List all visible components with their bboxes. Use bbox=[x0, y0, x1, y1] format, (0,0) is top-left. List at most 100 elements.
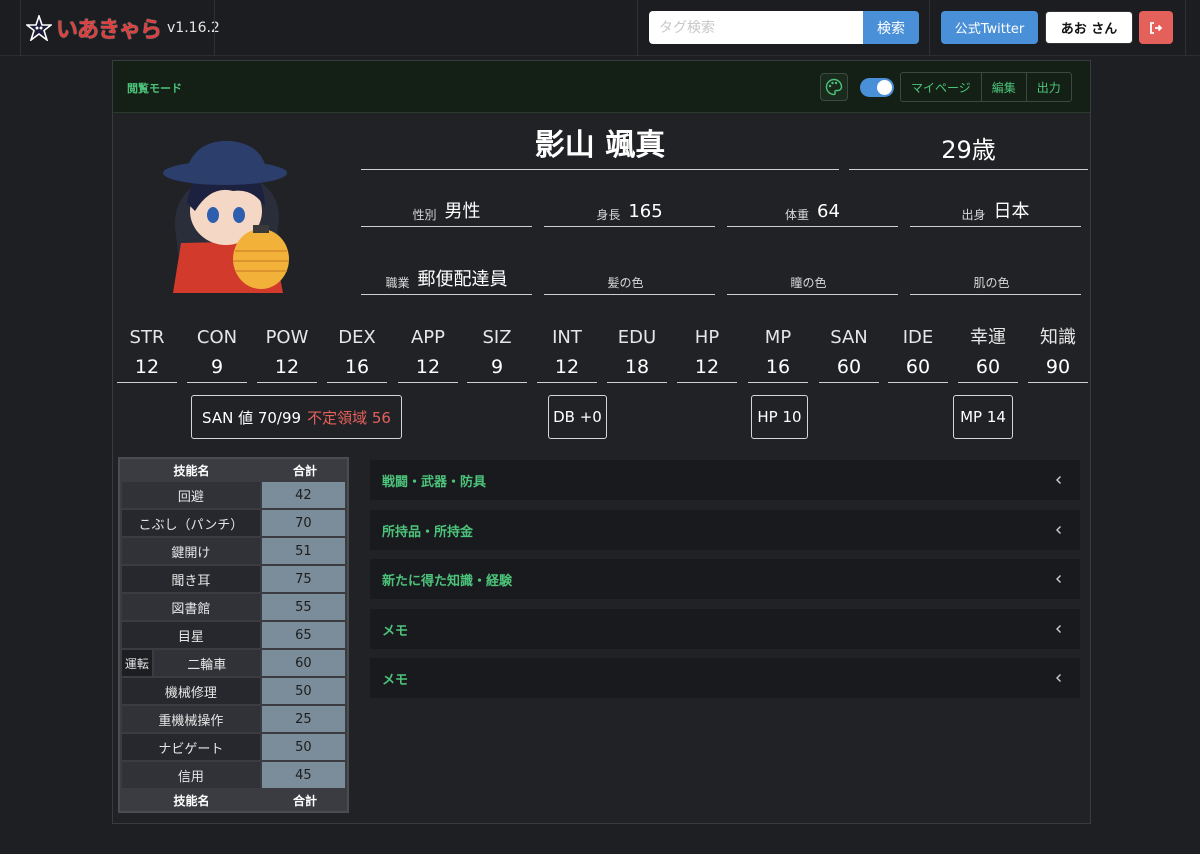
stat-luck: 幸運 60 bbox=[958, 323, 1018, 383]
info-occupation: 職業 郵便配達員 bbox=[361, 267, 532, 295]
skill-value: 51 bbox=[261, 538, 345, 564]
stat-name: HP bbox=[694, 327, 720, 348]
info-label: 体重 bbox=[785, 208, 810, 222]
logout-icon bbox=[1150, 21, 1163, 34]
stat-siz: SIZ 9 bbox=[467, 323, 527, 383]
skill-name: ナビゲート bbox=[122, 734, 260, 760]
stat-value: 12 bbox=[134, 356, 160, 378]
header-total: 合計 bbox=[292, 463, 317, 478]
skill-value: 25 bbox=[261, 706, 345, 732]
brand-logo[interactable]: いあきゃら v1.16.2 bbox=[26, 12, 220, 44]
logout-button[interactable] bbox=[1139, 11, 1173, 44]
nav-divider bbox=[1185, 0, 1186, 56]
stat-value: 18 bbox=[624, 356, 650, 378]
info-label: 髪の色 bbox=[607, 276, 644, 290]
stat-value: 16 bbox=[344, 356, 370, 378]
stat-name: POW bbox=[265, 327, 309, 348]
search-button[interactable]: 検索 bbox=[863, 11, 919, 44]
section-knowledge[interactable]: 新たに得た知識・経験 bbox=[370, 559, 1080, 599]
stat-con: CON 9 bbox=[187, 323, 247, 383]
skill-name: 鍵開け bbox=[122, 538, 260, 564]
section-combat[interactable]: 戦闘・武器・防具 bbox=[370, 460, 1080, 500]
tag-search-input[interactable] bbox=[649, 11, 863, 44]
skill-name: こぶし（パンチ） bbox=[122, 510, 260, 536]
stat-ide: IDE 60 bbox=[888, 323, 948, 383]
skill-row: ナビゲート 50 bbox=[120, 733, 347, 761]
stat-name: 幸運 bbox=[970, 327, 1006, 348]
damage-bonus: DB +0 bbox=[553, 408, 602, 426]
mp-box: MP 14 bbox=[953, 395, 1013, 439]
card-header: 閲覧モード マイページ 編集 出力 bbox=[113, 61, 1090, 113]
stat-name: IDE bbox=[902, 327, 934, 348]
info-label: 身長 bbox=[596, 208, 621, 222]
nav-divider bbox=[637, 0, 638, 56]
hp-box: HP 10 bbox=[751, 395, 808, 439]
info-birthplace: 出身 日本 bbox=[910, 199, 1081, 227]
stat-value: 9 bbox=[490, 356, 504, 378]
stat-value: 60 bbox=[836, 356, 862, 378]
skill-value: 42 bbox=[261, 482, 345, 508]
stat-value: 12 bbox=[274, 356, 300, 378]
stat-value: 90 bbox=[1045, 356, 1071, 378]
skill-prefix: 運転 bbox=[122, 650, 152, 676]
san-value-box: SAN 値 70/99 不定領域 56 bbox=[191, 395, 402, 439]
skill-name: 重機械操作 bbox=[122, 706, 260, 732]
stat-name: APP bbox=[410, 327, 446, 348]
skill-value: 55 bbox=[261, 594, 345, 620]
character-portrait bbox=[163, 140, 289, 293]
edit-button[interactable]: 編集 bbox=[982, 73, 1027, 101]
chevron-left-icon bbox=[1056, 476, 1061, 484]
section-memo-2[interactable]: メモ bbox=[370, 658, 1080, 698]
chevron-left-icon bbox=[1056, 625, 1061, 633]
section-memo[interactable]: メモ bbox=[370, 609, 1080, 649]
character-name: 影山 颯真 bbox=[361, 123, 839, 170]
footer-skill-name: 技能名 bbox=[173, 793, 210, 808]
skill-name: 信用 bbox=[122, 762, 260, 788]
stat-name: MP bbox=[764, 327, 792, 348]
stat-name: CON bbox=[196, 327, 238, 348]
skill-row: こぶし（パンチ） 70 bbox=[120, 509, 347, 537]
stat-name: INT bbox=[552, 327, 582, 348]
san-unstable: 不定領域 56 bbox=[307, 407, 391, 428]
nav-divider bbox=[214, 0, 215, 56]
mypage-button[interactable]: マイページ bbox=[901, 73, 982, 101]
section-belongings[interactable]: 所持品・所持金 bbox=[370, 510, 1080, 550]
section-title: メモ bbox=[382, 623, 409, 639]
section-title: 所持品・所持金 bbox=[382, 524, 474, 540]
mode-toggle[interactable] bbox=[860, 78, 894, 97]
skill-name: 機械修理 bbox=[122, 678, 260, 704]
info-label: 肌の色 bbox=[973, 276, 1010, 290]
skill-row: 機械修理 50 bbox=[120, 677, 347, 705]
stat-dex: DEX 16 bbox=[327, 323, 387, 383]
skill-value: 75 bbox=[261, 566, 345, 592]
info-height: 身長 165 bbox=[544, 199, 715, 227]
stat-knowledge: 知識 90 bbox=[1028, 323, 1088, 383]
stat-name: EDU bbox=[617, 327, 657, 348]
export-button[interactable]: 出力 bbox=[1027, 73, 1071, 101]
app-version: v1.16.2 bbox=[167, 20, 220, 36]
chevron-left-icon bbox=[1056, 575, 1061, 583]
san-value: SAN 値 70/99 bbox=[202, 408, 302, 427]
user-menu-button[interactable]: あお さん bbox=[1045, 11, 1133, 44]
stat-str: STR 12 bbox=[117, 323, 177, 383]
info-value: 日本 bbox=[993, 201, 1030, 222]
stat-app: APP 12 bbox=[398, 323, 458, 383]
navbar: いあきゃら v1.16.2 検索 公式Twitter あお さん bbox=[0, 0, 1200, 56]
info-value: 165 bbox=[628, 201, 663, 222]
info-hair-color: 髪の色 bbox=[544, 267, 715, 295]
skill-row: 重機械操作 25 bbox=[120, 705, 347, 733]
skill-row: 回避 42 bbox=[120, 481, 347, 509]
theme-palette-button[interactable] bbox=[820, 73, 848, 101]
skill-value: 50 bbox=[261, 678, 345, 704]
stat-san: SAN 60 bbox=[819, 323, 879, 383]
stat-value: 12 bbox=[694, 356, 720, 378]
official-twitter-button[interactable]: 公式Twitter bbox=[941, 11, 1038, 44]
info-label: 性別 bbox=[412, 208, 437, 222]
character-age: 29歳 bbox=[849, 131, 1088, 170]
header-skill-name: 技能名 bbox=[173, 463, 210, 478]
info-eye-color: 瞳の色 bbox=[727, 267, 898, 295]
info-value: 男性 bbox=[444, 201, 481, 222]
info-value: 64 bbox=[817, 201, 840, 222]
info-label: 出身 bbox=[961, 208, 986, 222]
stat-value: 9 bbox=[210, 356, 224, 378]
